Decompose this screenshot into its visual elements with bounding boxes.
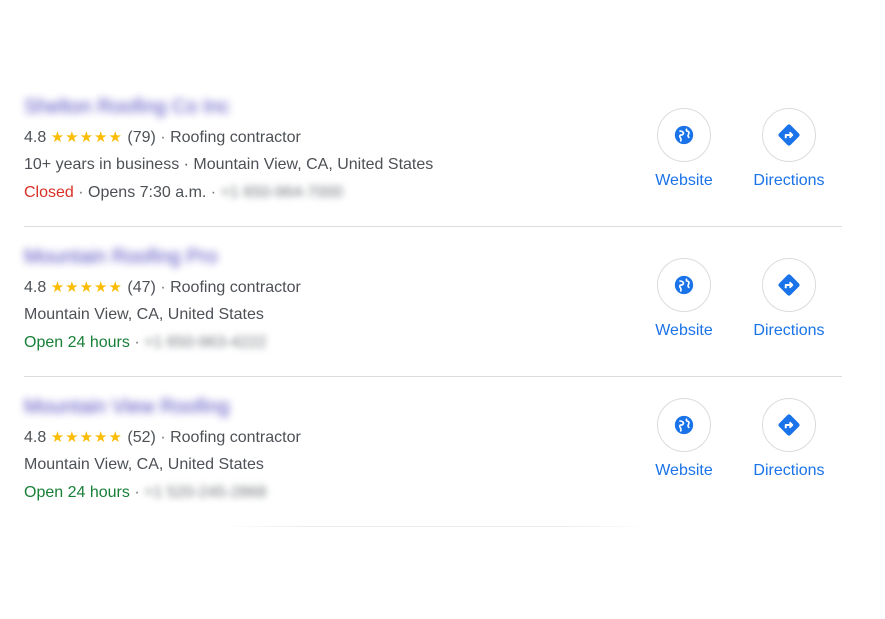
review-count[interactable]: (52) [127, 429, 155, 446]
phone-number[interactable]: +1 650-963-4222 [144, 334, 266, 352]
rating-stars: ★★★★★ [50, 129, 123, 146]
directions-label[interactable]: Directions [739, 322, 839, 340]
website-circle[interactable] [657, 108, 711, 162]
status-badge: Open 24 hours [24, 484, 130, 501]
hours-row: Open 24 hours · +1 650-963-4222 [24, 334, 266, 352]
website-button[interactable]: Website [634, 258, 734, 340]
website-circle[interactable] [657, 258, 711, 312]
business-listing: Mountain Roofing Pro 4.8 ★★★★★ (47) · Ro… [24, 246, 842, 377]
globe-icon [674, 415, 694, 435]
directions-icon [778, 124, 800, 146]
directions-circle[interactable] [762, 258, 816, 312]
directions-circle[interactable] [762, 398, 816, 452]
business-category: Roofing contractor [170, 129, 301, 146]
globe-icon [674, 275, 694, 295]
website-label[interactable]: Website [634, 322, 734, 340]
website-label[interactable]: Website [634, 172, 734, 190]
directions-button[interactable]: Directions [739, 108, 839, 190]
website-label[interactable]: Website [634, 462, 734, 480]
separator: · [78, 184, 84, 201]
directions-button[interactable]: Directions [739, 398, 839, 480]
business-category: Roofing contractor [170, 429, 301, 446]
hours-row: Closed · Opens 7:30 a.m. · +1 650-964-70… [24, 184, 343, 202]
hours-row: Open 24 hours · +1 520-245-2868 [24, 484, 266, 502]
rating-row: 4.8 ★★★★★ (47) · Roofing contractor [24, 278, 301, 297]
website-button[interactable]: Website [634, 398, 734, 480]
status-badge: Closed [24, 184, 74, 201]
separator: · [160, 279, 166, 296]
rating-value: 4.8 [24, 129, 47, 146]
website-circle[interactable] [657, 398, 711, 452]
globe-icon [674, 125, 694, 145]
business-name[interactable]: Mountain Roofing Pro [24, 246, 217, 269]
directions-icon [778, 414, 800, 436]
rating-row: 4.8 ★★★★★ (79) · Roofing contractor [24, 128, 301, 147]
business-listing: Mountain View Roofing 4.8 ★★★★★ (52) · R… [24, 396, 842, 506]
rating-stars: ★★★★★ [50, 279, 123, 296]
directions-circle[interactable] [762, 108, 816, 162]
divider [220, 526, 650, 527]
separator: · [160, 429, 166, 446]
rating-value: 4.8 [24, 429, 47, 446]
status-badge: Open 24 hours [24, 334, 130, 351]
business-details: 10+ years in business · Mountain View, C… [24, 156, 434, 173]
directions-label[interactable]: Directions [739, 462, 839, 480]
directions-icon [778, 274, 800, 296]
phone-number[interactable]: +1 520-245-2868 [144, 484, 266, 502]
review-count[interactable]: (79) [127, 129, 155, 146]
rating-stars: ★★★★★ [50, 429, 123, 446]
review-count[interactable]: (47) [127, 279, 155, 296]
opening-time: Opens 7:30 a.m. [88, 184, 207, 201]
business-details: Mountain View, CA, United States [24, 306, 264, 323]
business-name[interactable]: Mountain View Roofing [24, 396, 229, 419]
directions-label[interactable]: Directions [739, 172, 839, 190]
business-name[interactable]: Shelton Roofing Co Inc [24, 96, 230, 119]
business-details: Mountain View, CA, United States [24, 456, 264, 473]
separator: · [160, 129, 166, 146]
separator: · [134, 334, 140, 351]
separator: · [210, 184, 217, 201]
rating-value: 4.8 [24, 279, 47, 296]
business-category: Roofing contractor [170, 279, 301, 296]
phone-number[interactable]: +1 650-964-7000 [221, 184, 343, 202]
business-listing: Shelton Roofing Co Inc 4.8 ★★★★★ (79) · … [24, 96, 842, 227]
directions-button[interactable]: Directions [739, 258, 839, 340]
rating-row: 4.8 ★★★★★ (52) · Roofing contractor [24, 428, 301, 447]
separator: · [134, 484, 140, 501]
website-button[interactable]: Website [634, 108, 734, 190]
